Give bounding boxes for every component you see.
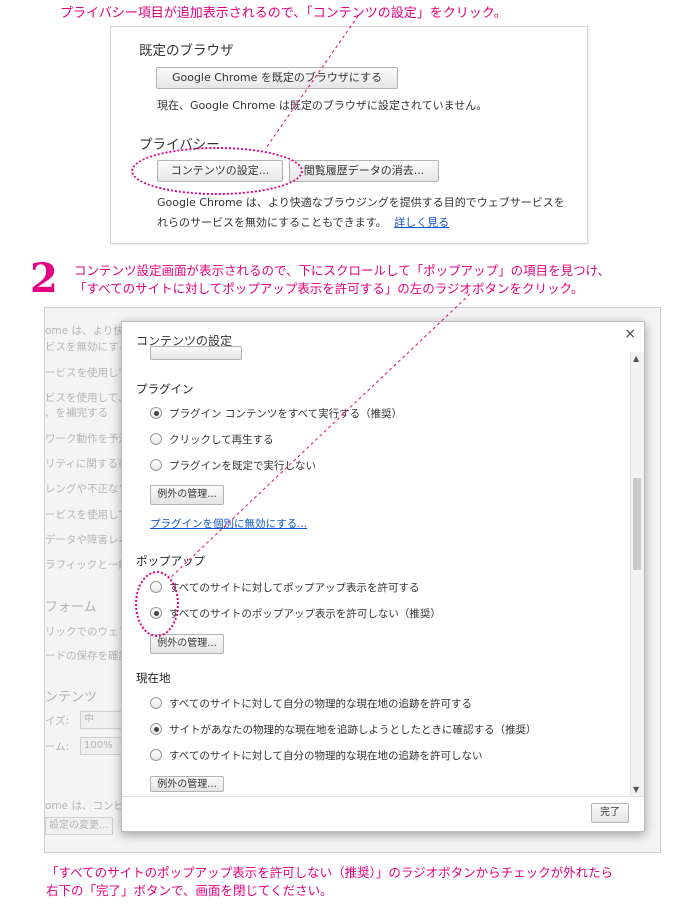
caption3-line-1: 「すべてのサイトのポップアップ表示を許可しない（推奨）」のラジオボタンからチェッ… — [46, 865, 614, 880]
caption3-line-2: 右下の「完了」ボタンで、画面を閉じてください。 — [46, 883, 333, 898]
instruction-caption-3: 「すべてのサイトのポップアップ表示を許可しない（推奨）」のラジオボタンからチェッ… — [46, 864, 613, 900]
connector-line-2 — [169, 293, 471, 579]
connector-lines — [169, 15, 471, 579]
connector-line-1 — [265, 15, 359, 149]
